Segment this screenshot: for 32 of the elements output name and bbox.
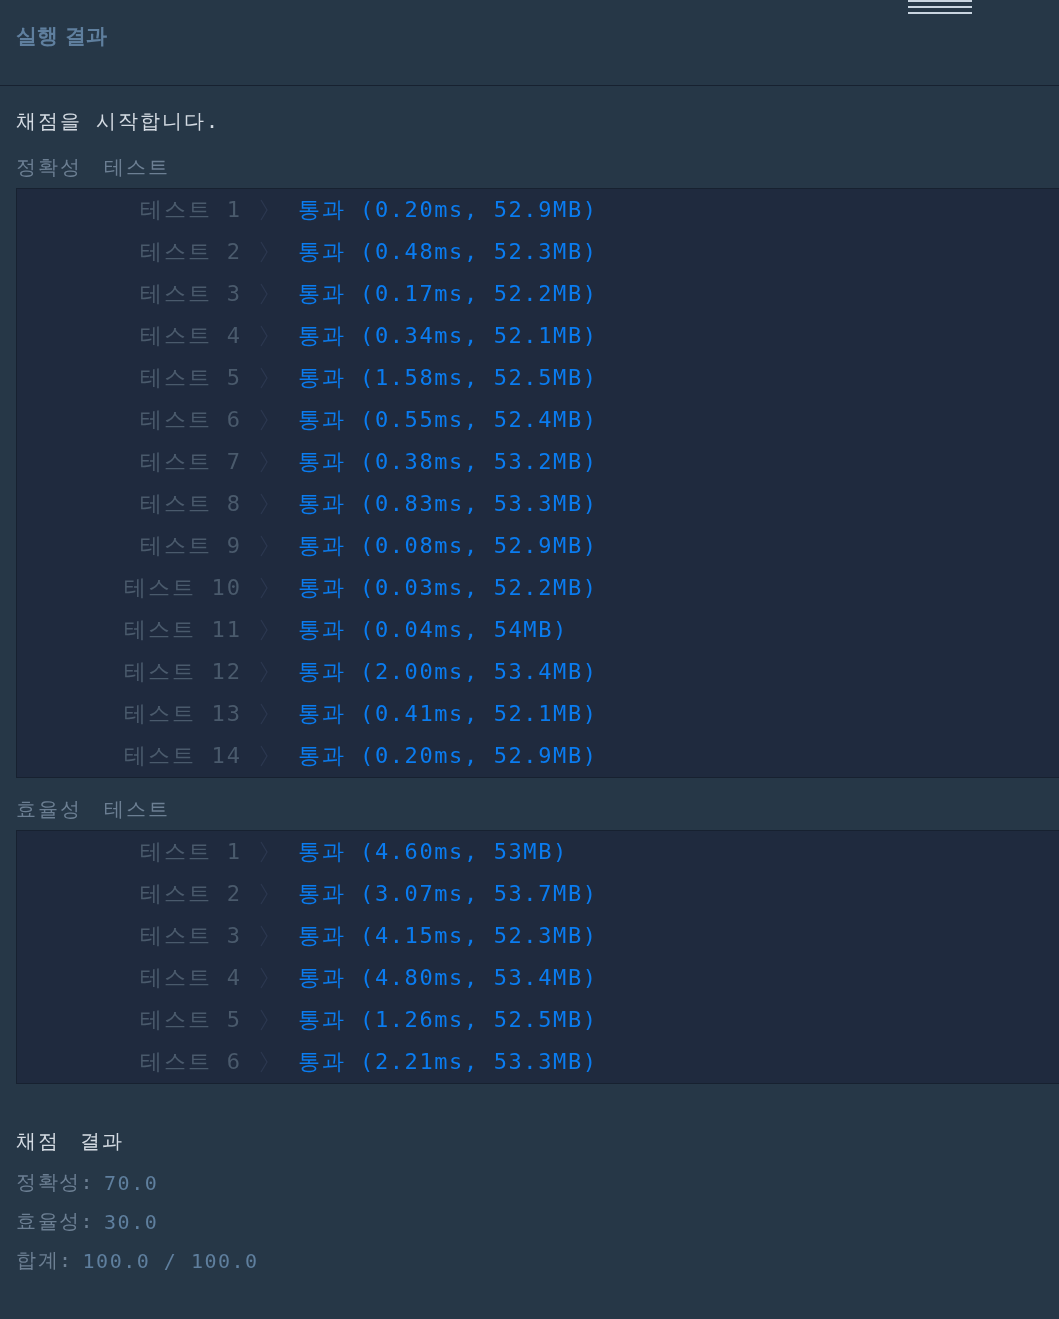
test-result: 통과 (0.20ms, 52.9MB) [298, 196, 598, 224]
score-label: 정확성: [16, 1169, 95, 1196]
test-result: 통과 (0.04ms, 54MB) [298, 616, 568, 644]
test-result: 통과 (0.83ms, 53.3MB) [298, 490, 598, 518]
test-result: 통과 (0.08ms, 52.9MB) [298, 532, 598, 560]
score-label: 효율성: [16, 1208, 95, 1235]
panel-title: 실행 결과 [16, 22, 108, 50]
test-result: 통과 (0.38ms, 53.2MB) [298, 448, 598, 476]
summary-heading: 채점 결과 [16, 1128, 126, 1155]
test-result: 통과 (0.48ms, 52.3MB) [298, 238, 598, 266]
test-result: 통과 (0.03ms, 52.2MB) [298, 574, 598, 602]
score-value: 100.0 / 100.0 [82, 1248, 259, 1273]
section-heading: 정확성 테스트 [16, 154, 172, 181]
test-result: 통과 (0.17ms, 52.2MB) [298, 280, 598, 308]
section-heading: 효율성 테스트 [16, 796, 172, 823]
test-result: 통과 (4.15ms, 52.3MB) [298, 922, 598, 950]
menu-icon[interactable] [908, 0, 972, 16]
score-value: 30.0 [104, 1209, 159, 1234]
test-result: 통과 (1.58ms, 52.5MB) [298, 364, 598, 392]
status-message: 채점을 시작합니다. [16, 108, 222, 135]
test-result: 통과 (0.20ms, 52.9MB) [298, 742, 598, 770]
test-result: 통과 (0.55ms, 52.4MB) [298, 406, 598, 434]
test-result: 통과 (4.80ms, 53.4MB) [298, 964, 598, 992]
test-result: 통과 (0.34ms, 52.1MB) [298, 322, 598, 350]
test-result: 통과 (3.07ms, 53.7MB) [298, 880, 598, 908]
test-result: 통과 (0.41ms, 52.1MB) [298, 700, 598, 728]
score-value: 70.0 [104, 1170, 159, 1195]
test-result: 통과 (2.00ms, 53.4MB) [298, 658, 598, 686]
test-result: 통과 (1.26ms, 52.5MB) [298, 1006, 598, 1034]
test-result: 통과 (2.21ms, 53.3MB) [298, 1048, 598, 1076]
test-result: 통과 (4.60ms, 53MB) [298, 838, 568, 866]
score-label: 합계: [16, 1247, 73, 1274]
